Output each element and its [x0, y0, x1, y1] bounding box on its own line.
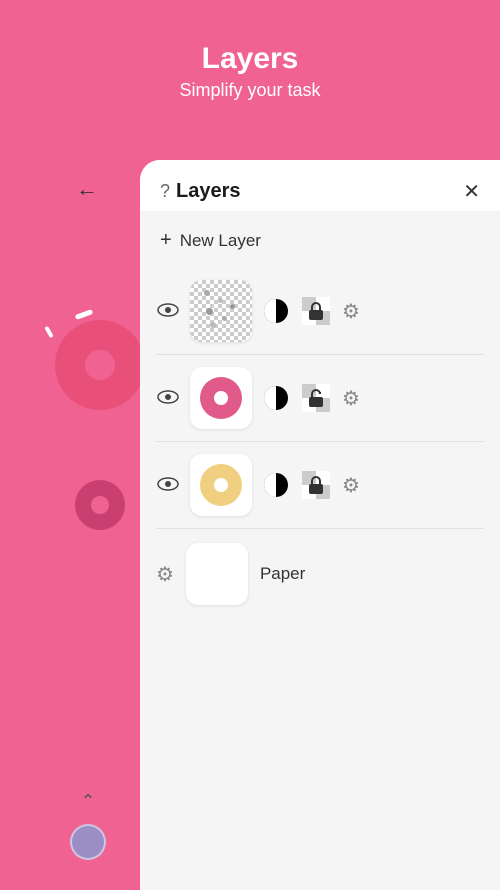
lock-icon[interactable] [300, 382, 332, 414]
layer-row: ⚙ [156, 357, 484, 439]
blend-mode-icon[interactable] [262, 471, 290, 499]
close-button[interactable]: ✕ [463, 182, 480, 202]
visibility-toggle[interactable] [156, 388, 180, 409]
panel-header: ? Layers ✕ [140, 160, 500, 211]
plus-icon: + [160, 229, 172, 252]
blend-mode-icon[interactable] [262, 297, 290, 325]
layer-row: ⚙ [156, 270, 484, 352]
new-layer-button[interactable]: + New Layer [156, 211, 484, 270]
blend-mode-icon[interactable] [262, 384, 290, 412]
layer-thumbnail[interactable] [190, 280, 252, 342]
color-swatch[interactable] [70, 824, 106, 860]
layers-panel: ? Layers ✕ + New Layer [140, 160, 500, 890]
divider [156, 528, 484, 529]
panel-title: Layers [176, 180, 241, 203]
layer-row: ⚙ [156, 444, 484, 526]
app-container: ← ⌃ [60, 160, 500, 890]
back-button[interactable]: ← [76, 176, 98, 202]
layer-thumbnail[interactable] [190, 454, 252, 516]
paper-label: Paper [260, 564, 305, 584]
paper-settings-icon[interactable]: ⚙ [156, 562, 174, 587]
visibility-toggle[interactable] [156, 301, 180, 322]
layer-content [200, 464, 242, 506]
settings-icon[interactable]: ⚙ [342, 386, 360, 411]
layer-content [200, 377, 242, 419]
panel-body: + New Layer [140, 211, 500, 617]
chevron-up-icon[interactable]: ⌃ [80, 791, 95, 812]
lock-icon[interactable] [300, 295, 332, 327]
header: Layers Simplify your task [0, 0, 500, 125]
divider [156, 441, 484, 442]
layer-thumbnail[interactable] [190, 367, 252, 429]
bottom-controls: ⌃ [70, 791, 106, 860]
divider [156, 354, 484, 355]
paper-row: ⚙ Paper [156, 531, 484, 617]
lock-icon[interactable] [300, 469, 332, 501]
header-subtitle: Simplify your task [20, 80, 480, 101]
layer-content [190, 280, 252, 342]
settings-icon[interactable]: ⚙ [342, 473, 360, 498]
paper-thumbnail[interactable] [186, 543, 248, 605]
help-icon[interactable]: ? [160, 181, 170, 202]
new-layer-label: New Layer [180, 231, 261, 251]
canvas-sidebar: ← ⌃ [60, 160, 140, 890]
settings-icon[interactable]: ⚙ [342, 299, 360, 324]
panel-title-group: ? Layers [160, 180, 241, 203]
visibility-toggle[interactable] [156, 475, 180, 496]
header-title: Layers [20, 42, 480, 76]
